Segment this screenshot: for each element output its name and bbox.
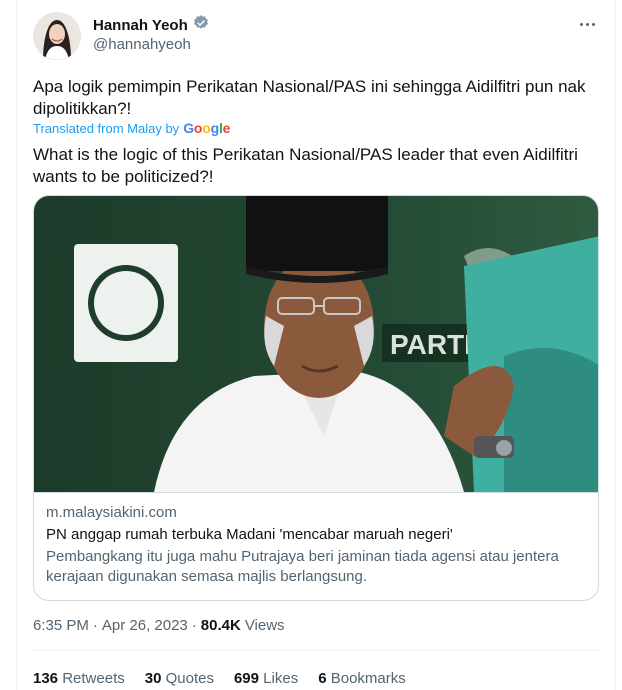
card-meta: m.malaysiakini.com PN anggap rumah terbu…: [34, 492, 598, 600]
quotes-count: 30: [144, 670, 162, 687]
card-domain: m.malaysiakini.com: [46, 504, 177, 521]
views-count: 80.4K: [200, 617, 241, 634]
quotes-label: Quotes: [165, 670, 214, 687]
avatar[interactable]: [33, 12, 81, 60]
author-name[interactable]: Hannah Yeoh: [93, 17, 188, 34]
bookmarks-count: 6: [318, 670, 327, 687]
tweet-original-text: Apa logik pemimpin Perikatan Nasional/PA…: [33, 77, 586, 118]
engagement-stats: 136 Retweets 30 Quotes 699 Likes 6 Bookm…: [33, 670, 406, 687]
author-handle[interactable]: @hannahyeoh: [93, 36, 191, 53]
likes-label: Likes: [263, 670, 299, 687]
more-options-icon[interactable]: [575, 14, 599, 34]
separator: ·: [92, 617, 98, 634]
translation-label[interactable]: Translated from Malay by Google: [33, 120, 230, 136]
tweet-time[interactable]: 6:35 PM: [33, 617, 89, 634]
retweets-stat[interactable]: 136 Retweets: [33, 670, 125, 687]
tweet-date[interactable]: Apr 26, 2023: [102, 617, 188, 634]
divider: [33, 650, 599, 651]
separator: ·: [191, 617, 197, 634]
tweet-timestamp-row: 6:35 PM · Apr 26, 2023 · 80.4K Views: [33, 617, 285, 634]
card-description: Pembangkang itu juga mahu Putrajaya beri…: [46, 548, 559, 585]
translated-from-text: Translated from Malay by: [33, 120, 180, 136]
tweet-translated-text: What is the logic of this Perikatan Nasi…: [33, 145, 578, 186]
author-name-row[interactable]: Hannah Yeoh: [93, 14, 210, 37]
card-image: PARTI I: [34, 196, 598, 492]
likes-stat[interactable]: 699 Likes: [234, 670, 298, 687]
bookmarks-label: Bookmarks: [330, 670, 406, 687]
likes-count: 699: [233, 670, 259, 687]
bookmarks-stat[interactable]: 6 Bookmarks: [318, 670, 406, 687]
quotes-stat[interactable]: 30 Quotes: [145, 670, 214, 687]
retweets-label: Retweets: [62, 670, 125, 687]
avatar-image: [33, 12, 81, 60]
verified-badge-icon: [192, 14, 210, 37]
views-label: Views: [244, 617, 285, 634]
retweets-count: 136: [33, 670, 59, 687]
link-card[interactable]: PARTI I m.malaysiakini.com PN anggap rum…: [33, 195, 599, 601]
google-logo: Google: [183, 120, 231, 136]
card-title: PN anggap rumah terbuka Madani 'mencabar…: [46, 526, 453, 543]
tweet-container: Hannah Yeoh @hannahyeoh Apa logik pemimp…: [16, 0, 616, 690]
